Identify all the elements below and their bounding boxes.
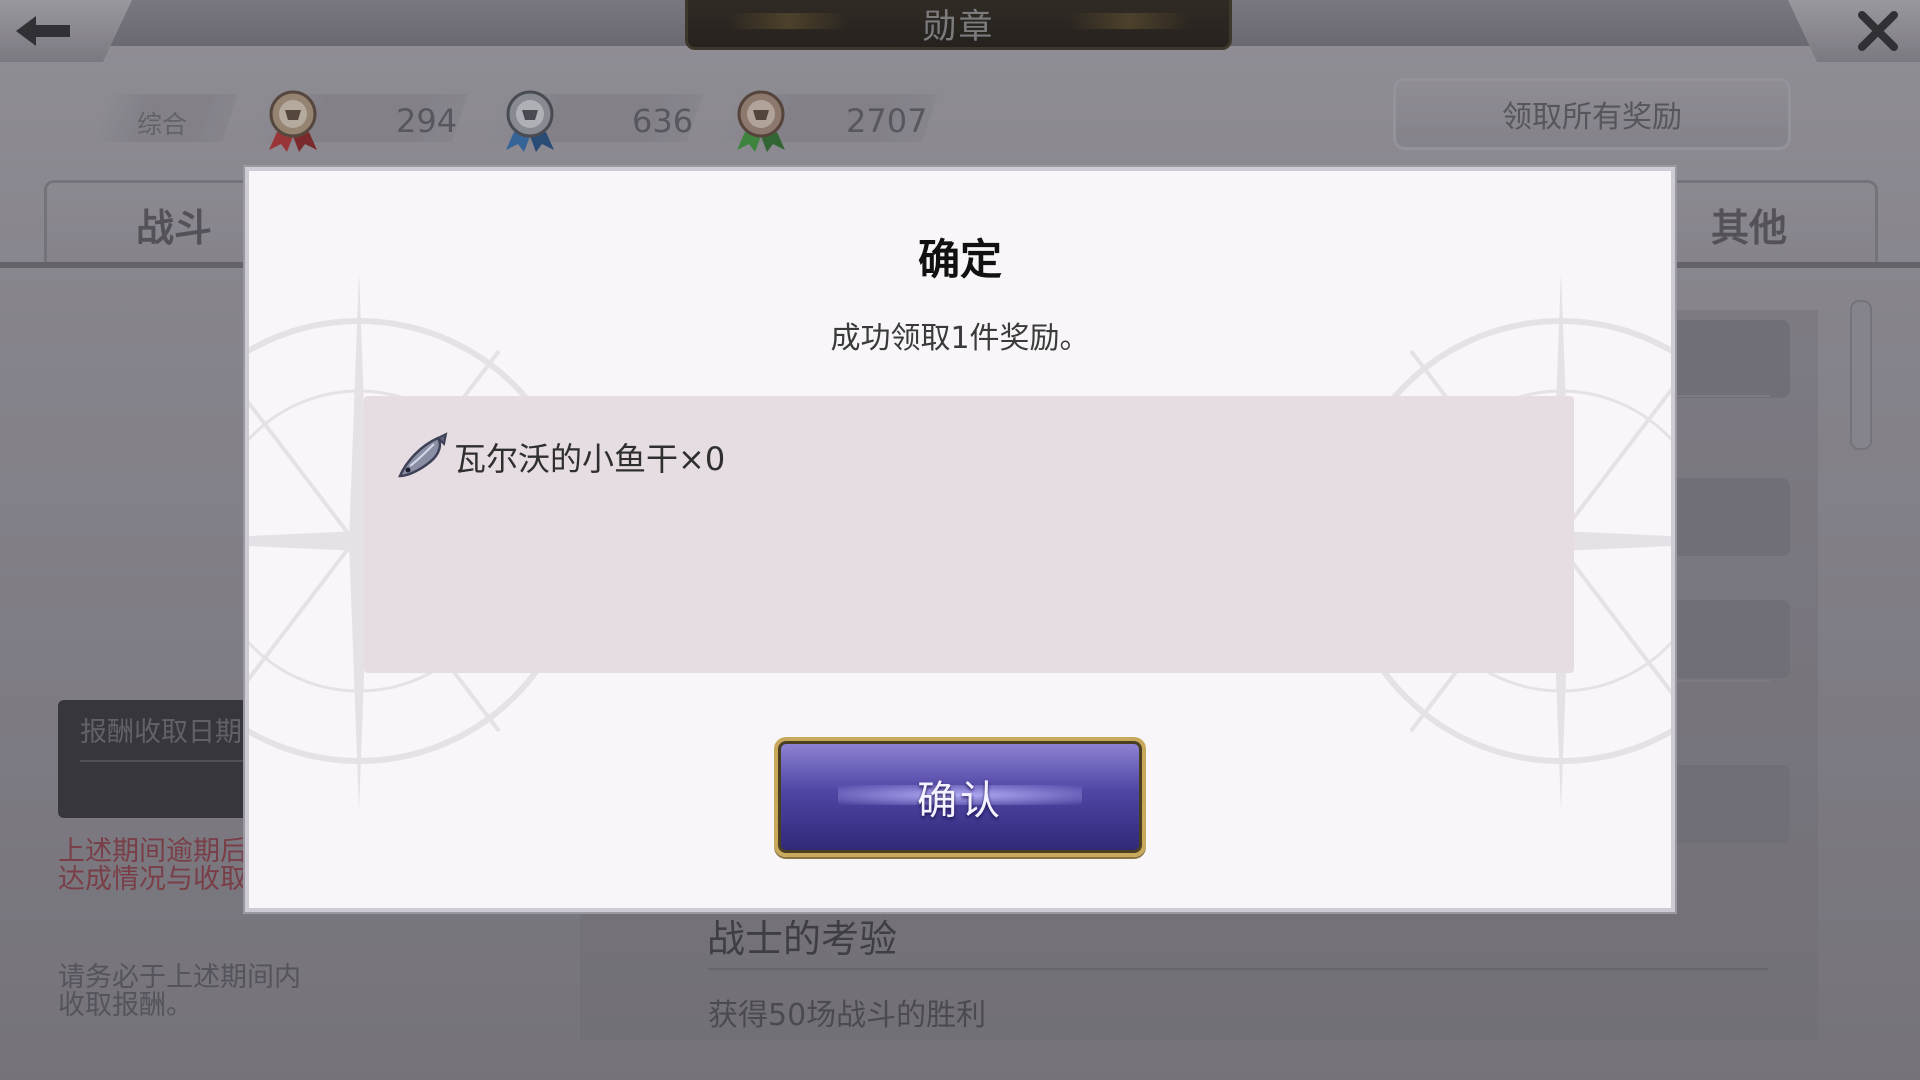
dialog-message: 成功领取1件奖励。 — [830, 321, 1090, 356]
reward-text: 瓦尔沃的小鱼干×0 — [454, 440, 726, 478]
dialog-title: 确定 — [917, 235, 1002, 284]
reward-item: 瓦尔沃的小鱼干×0 — [394, 432, 725, 482]
reward-list: 瓦尔沃的小鱼干×0 — [364, 396, 1574, 673]
confirm-dialog: 确定 成功领取1件奖励。 瓦尔沃的小鱼干×0 确认 — [245, 167, 1675, 912]
confirm-button[interactable]: 确认 — [774, 737, 1146, 857]
confirm-label: 确认 — [917, 778, 1003, 824]
fish-icon — [398, 432, 448, 478]
